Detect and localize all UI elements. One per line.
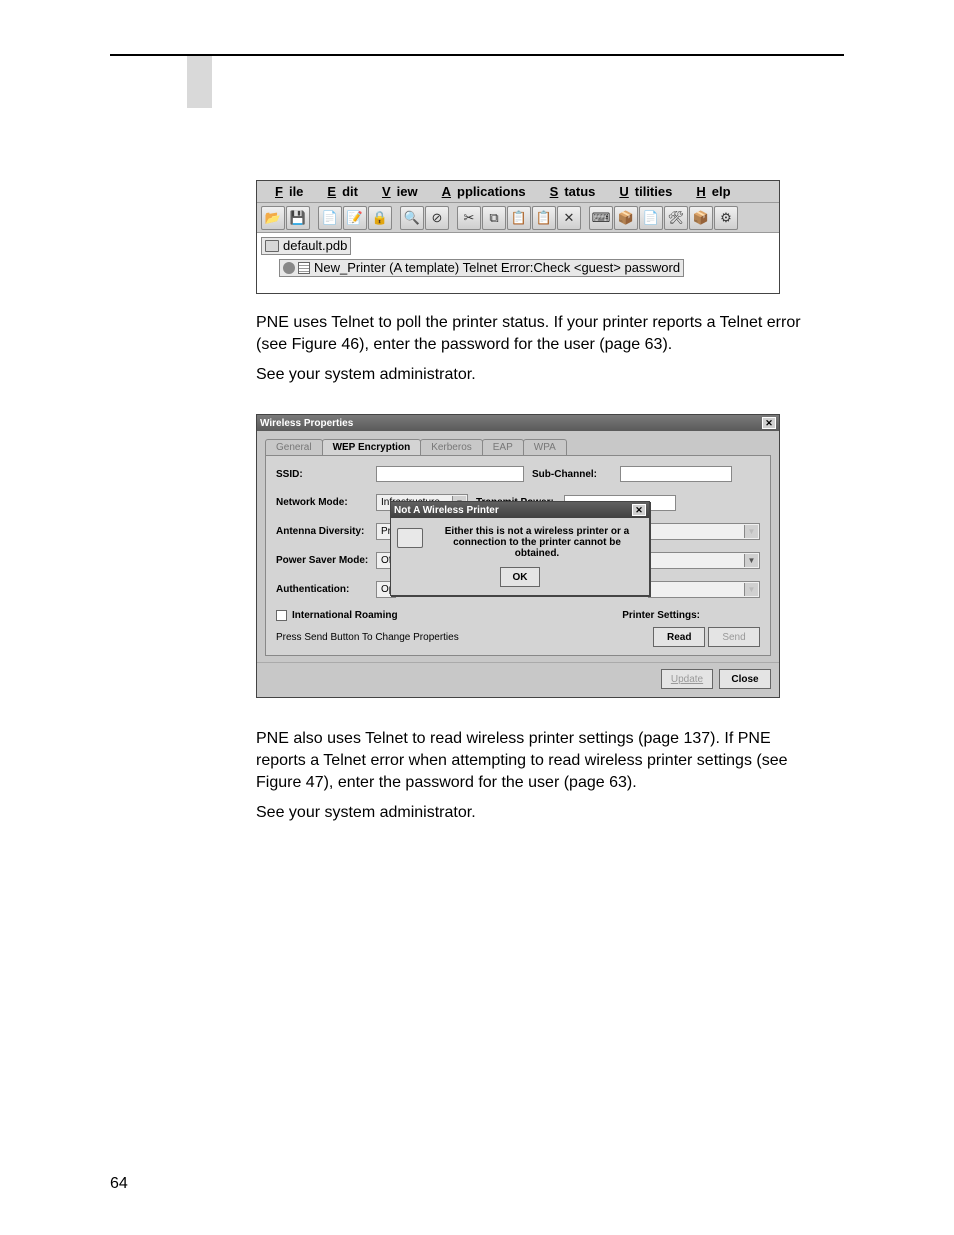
tree-child[interactable]: New_Printer (A template) Telnet Error:Ch… bbox=[279, 259, 684, 277]
dialog-footer: Update Close bbox=[257, 662, 779, 697]
tree-child-label: New_Printer (A template) Telnet Error:Ch… bbox=[314, 259, 680, 277]
delete-icon[interactable]: ✕ bbox=[557, 206, 581, 230]
wireless-panel: SSID: Sub-Channel: Network Mode: Infrast… bbox=[265, 455, 771, 656]
label-psm: Power Saver Mode: bbox=[276, 555, 376, 566]
toolbar: 📂 💾 📄 📝 🔒 🔍 ⊘ ✂ ⧉ 📋 📋 ✕ ⌨ 📦 📄 🛠 📦 ⚙ bbox=[257, 203, 779, 233]
printer-icon bbox=[397, 528, 423, 548]
chevron-down-icon: ▼ bbox=[744, 525, 758, 538]
tab-general[interactable]: General bbox=[265, 439, 323, 455]
paragraph-1: PNE uses Telnet to poll the printer stat… bbox=[256, 312, 816, 356]
menu-edit[interactable]: Edit bbox=[315, 184, 364, 199]
paragraph-2: See your system administrator. bbox=[256, 364, 816, 386]
note-icon[interactable]: 📄 bbox=[639, 206, 663, 230]
subchannel-input[interactable] bbox=[620, 466, 732, 482]
tab-wpa[interactable]: WPA bbox=[523, 439, 567, 455]
wireless-title: Wireless Properties bbox=[260, 418, 353, 429]
menu-view[interactable]: View bbox=[370, 184, 424, 199]
close-icon[interactable]: ✕ bbox=[762, 417, 776, 429]
antenna-right-select[interactable]: ▼ bbox=[648, 523, 760, 540]
copy-icon[interactable]: ⧉ bbox=[482, 206, 506, 230]
label-antenna: Antenna Diversity: bbox=[276, 526, 376, 537]
chevron-down-icon: ▼ bbox=[744, 583, 758, 596]
wireless-titlebar: Wireless Properties ✕ bbox=[257, 415, 779, 431]
header-rule bbox=[110, 54, 844, 56]
tab-wep[interactable]: WEP Encryption bbox=[322, 439, 422, 455]
read-button[interactable]: Read bbox=[653, 627, 705, 647]
ssid-input[interactable] bbox=[376, 466, 524, 482]
label-network-mode: Network Mode: bbox=[276, 497, 376, 508]
label-auth: Authentication: bbox=[276, 584, 376, 595]
label-subchannel: Sub-Channel: bbox=[532, 469, 620, 480]
label-roaming: International Roaming bbox=[292, 610, 398, 621]
hint-text: Press Send Button To Change Properties bbox=[276, 632, 459, 643]
search-icon[interactable]: 🔍 bbox=[400, 206, 424, 230]
lock-doc-icon[interactable]: 🔒 bbox=[368, 206, 392, 230]
save-icon[interactable]: 💾 bbox=[286, 206, 310, 230]
figure-47: Wireless Properties ✕ General WEP Encryp… bbox=[256, 414, 780, 698]
tree-root-label: default.pdb bbox=[283, 237, 347, 255]
tab-kerberos[interactable]: Kerberos bbox=[420, 439, 483, 455]
figure-46: File Edit View Applications Status Utili… bbox=[256, 180, 780, 294]
cut-icon[interactable]: ✂ bbox=[457, 206, 481, 230]
modal-line1: Either this is not a wireless printer or… bbox=[431, 526, 643, 537]
list-icon bbox=[298, 262, 310, 274]
chevron-down-icon: ▼ bbox=[744, 554, 758, 567]
paste2-icon[interactable]: 📋 bbox=[532, 206, 556, 230]
new-doc-icon[interactable]: 📄 bbox=[318, 206, 342, 230]
modal-line2: connection to the printer cannot be obta… bbox=[431, 537, 643, 559]
menu-status[interactable]: Status bbox=[538, 184, 602, 199]
auth-right-select[interactable]: ▼ bbox=[648, 581, 760, 598]
page-number: 64 bbox=[110, 1175, 128, 1193]
modal-close-icon[interactable]: ✕ bbox=[632, 504, 646, 516]
menu-bar: File Edit View Applications Status Utili… bbox=[257, 181, 779, 203]
globe-icon bbox=[283, 262, 295, 274]
menu-applications[interactable]: Applications bbox=[430, 184, 532, 199]
psm-right-select[interactable]: ▼ bbox=[648, 552, 760, 569]
send-button[interactable]: Send bbox=[708, 627, 760, 647]
roaming-checkbox[interactable] bbox=[276, 610, 287, 621]
props-icon[interactable]: ⚙ bbox=[714, 206, 738, 230]
paste-icon[interactable]: 📋 bbox=[507, 206, 531, 230]
stop-icon[interactable]: ⊘ bbox=[425, 206, 449, 230]
update-button[interactable]: Update bbox=[661, 669, 713, 689]
paragraph-3: PNE also uses Telnet to read wireless pr… bbox=[256, 728, 816, 794]
label-printer-settings: Printer Settings: bbox=[622, 610, 700, 621]
wizard-icon[interactable]: 📦 bbox=[689, 206, 713, 230]
tabs: General WEP Encryption Kerberos EAP WPA bbox=[257, 431, 779, 455]
menu-utilities[interactable]: Utilities bbox=[607, 184, 678, 199]
not-wireless-modal: Not A Wireless Printer ✕ Either this is … bbox=[390, 501, 650, 596]
menu-file[interactable]: File bbox=[263, 184, 309, 199]
close-button[interactable]: Close bbox=[719, 669, 771, 689]
tree-root[interactable]: default.pdb bbox=[261, 237, 351, 255]
open-icon[interactable]: 📂 bbox=[261, 206, 285, 230]
tool-icon[interactable]: 🛠 bbox=[664, 206, 688, 230]
modal-ok-button[interactable]: OK bbox=[500, 567, 540, 587]
modal-title: Not A Wireless Printer bbox=[394, 505, 499, 516]
folder-icon bbox=[265, 240, 279, 252]
chapter-tab bbox=[187, 56, 212, 108]
edit-doc-icon[interactable]: 📝 bbox=[343, 206, 367, 230]
box-icon[interactable]: 📦 bbox=[614, 206, 638, 230]
label-ssid: SSID: bbox=[276, 469, 376, 480]
paragraph-4: See your system administrator. bbox=[256, 802, 816, 824]
tab-eap[interactable]: EAP bbox=[482, 439, 524, 455]
tree-area: default.pdb New_Printer (A template) Tel… bbox=[257, 233, 779, 293]
menu-help[interactable]: Help bbox=[684, 184, 736, 199]
keyboard-icon[interactable]: ⌨ bbox=[589, 206, 613, 230]
